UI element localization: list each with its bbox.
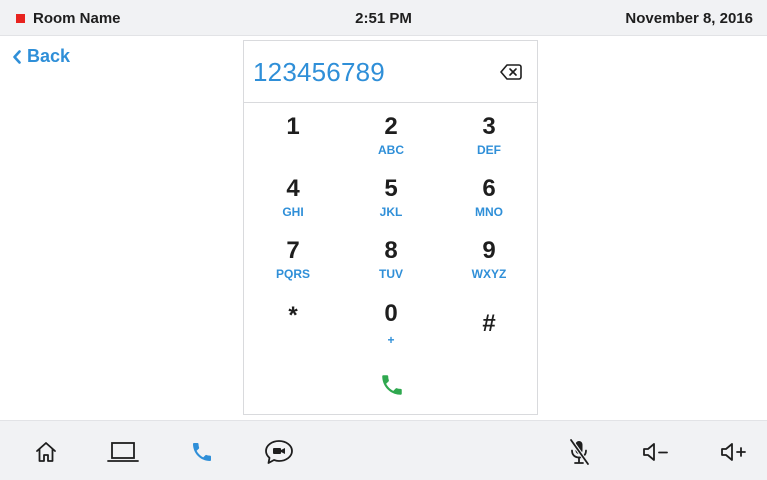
key-6[interactable]: 6 MNO <box>440 176 538 234</box>
bottom-nav <box>0 420 767 480</box>
back-label: Back <box>27 46 71 66</box>
phone-icon <box>382 375 402 395</box>
key-8[interactable]: 8 TUV <box>342 238 440 296</box>
key-digit: 6 <box>482 175 496 202</box>
key-letters: JKL <box>379 205 403 219</box>
key-letters: ABC <box>378 143 404 157</box>
chevron-left-icon <box>13 49 21 64</box>
key-digit: * <box>288 302 298 329</box>
room-name: Room Name <box>16 0 121 36</box>
key-letters: WXYZ <box>471 267 507 281</box>
key-digit: 2 <box>384 113 398 140</box>
nav-home-button[interactable] <box>26 435 66 469</box>
key-digit: # <box>482 310 496 337</box>
nav-mic-mute-button[interactable] <box>559 435 599 469</box>
key-letters: PQRS <box>275 267 310 281</box>
date: November 8, 2016 <box>625 9 753 27</box>
nav-video-conference-button[interactable] <box>259 435 299 469</box>
mic-muted-icon <box>569 438 590 466</box>
key-3[interactable]: 3 DEF <box>440 114 538 172</box>
key-letters: GHI <box>282 205 304 219</box>
home-icon <box>36 442 56 462</box>
nav-volume-up-button[interactable] <box>714 435 754 469</box>
nav-volume-down-button[interactable] <box>636 435 676 469</box>
key-2[interactable]: 2 ABC <box>342 114 440 172</box>
phone-icon <box>193 443 211 461</box>
key-9[interactable]: 9 WXYZ <box>440 238 538 296</box>
volume-up-icon <box>721 443 746 461</box>
room-name-label: Room Name <box>33 9 121 27</box>
key-letters: MNO <box>475 205 503 219</box>
key-letters: DEF <box>477 143 501 157</box>
key-digit: 3 <box>482 113 496 140</box>
volume-down-icon <box>643 443 668 461</box>
key-hash[interactable]: # <box>440 311 538 369</box>
video-chat-icon <box>265 440 293 464</box>
key-digit: 8 <box>384 237 398 264</box>
number-display: 123456789 <box>244 41 537 103</box>
laptop-icon <box>107 442 139 462</box>
dialer-panel: 123456789 1 2 ABC 3 DEF 4 GHI 5 JKL 6 MN… <box>243 40 538 415</box>
key-letters: + <box>387 333 395 347</box>
key-0[interactable]: 0 + <box>342 301 440 359</box>
key-digit: 0 <box>384 300 398 327</box>
key-digit: 1 <box>286 113 300 140</box>
key-digit: 5 <box>384 175 398 202</box>
key-4[interactable]: 4 GHI <box>244 176 342 234</box>
call-button[interactable] <box>379 372 405 398</box>
room-status-indicator <box>16 13 25 23</box>
key-digit: 7 <box>286 237 300 264</box>
key-letters: TUV <box>379 267 403 281</box>
key-star[interactable]: * <box>244 303 342 361</box>
dialed-number[interactable]: 123456789 <box>253 41 385 103</box>
key-digit: 4 <box>286 175 300 202</box>
nav-presentation-button[interactable] <box>103 435 143 469</box>
key-digit: 9 <box>482 237 496 264</box>
nav-phone-button[interactable] <box>182 435 222 469</box>
back-button[interactable]: Back <box>12 46 70 67</box>
backspace-icon[interactable] <box>500 62 522 82</box>
status-bar: Room Name 2:51 PM November 8, 2016 <box>0 0 767 36</box>
key-7[interactable]: 7 PQRS <box>244 238 342 296</box>
key-1[interactable]: 1 <box>244 114 342 172</box>
key-5[interactable]: 5 JKL <box>342 176 440 234</box>
